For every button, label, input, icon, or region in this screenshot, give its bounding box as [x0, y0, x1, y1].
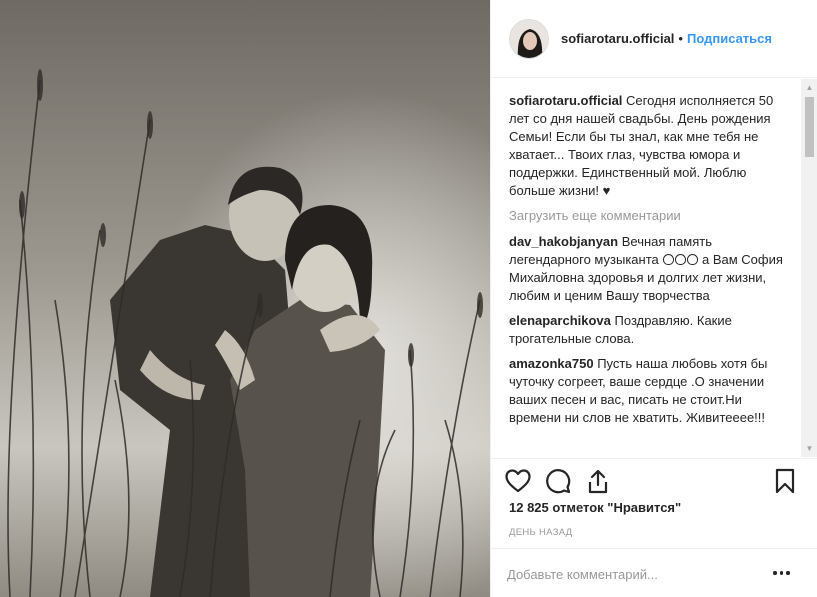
add-comment-input[interactable]	[507, 559, 757, 589]
likes-count[interactable]: 12 825	[509, 500, 549, 515]
caption-text: Сегодня исполняется 50 лет со дня нашей …	[509, 93, 774, 198]
couple-photo-image	[0, 0, 490, 597]
save-button[interactable]	[771, 467, 799, 495]
dot	[786, 571, 790, 575]
follow-button[interactable]: Подписаться	[687, 31, 772, 46]
emoji-icon	[686, 254, 698, 265]
instagram-post: sofiarotaru.official • Подписаться sofia…	[0, 0, 817, 597]
like-button[interactable]	[504, 467, 532, 495]
dot	[773, 571, 777, 575]
post-header: sofiarotaru.official • Подписаться	[491, 0, 817, 78]
more-options-icon[interactable]	[773, 568, 793, 578]
avatar-image	[510, 19, 548, 58]
add-comment-section	[491, 548, 817, 597]
header-username[interactable]: sofiarotaru.official	[561, 31, 674, 46]
comments-scrollbar[interactable]: ▲ ▼	[801, 79, 817, 457]
likes-label[interactable]: отметок "Нравится"	[552, 500, 681, 515]
caption-username[interactable]: sofiarotaru.official	[509, 93, 622, 108]
bookmark-icon	[775, 468, 795, 494]
post-sidebar: sofiarotaru.official • Подписаться sofia…	[490, 0, 817, 597]
heart-emoji-icon: ♥	[602, 183, 611, 198]
comment-username[interactable]: amazonka750	[509, 356, 594, 371]
scroll-down-arrow-icon[interactable]: ▼	[801, 440, 817, 457]
comment-username[interactable]: dav_hakobjanyan	[509, 234, 618, 249]
likes-summary: 12 825 отметок "Нравится"	[509, 500, 681, 515]
comments-list[interactable]: sofiarotaru.official Сегодня исполняется…	[491, 79, 817, 457]
comment-item: dav_hakobjanyan Вечная память легендарно…	[509, 233, 788, 305]
comment-item: amazonka750 Пусть наша любовь хотя бы чу…	[509, 355, 788, 427]
dot	[779, 571, 783, 575]
action-bar	[491, 458, 817, 500]
scroll-up-arrow-icon[interactable]: ▲	[801, 79, 817, 96]
emoji-icon	[674, 254, 686, 265]
speech-bubble-icon	[546, 469, 571, 494]
avatar[interactable]	[509, 18, 549, 59]
post-timestamp[interactable]: ДЕНЬ НАЗАД	[509, 527, 572, 538]
post-caption: sofiarotaru.official Сегодня исполняется…	[509, 92, 788, 200]
header-separator: •	[678, 31, 683, 46]
scrollbar-thumb[interactable]	[805, 97, 814, 157]
comment-item: elenaparchikova Поздравляю. Какие трогат…	[509, 312, 788, 348]
emoji-icon	[662, 254, 674, 265]
share-button[interactable]	[584, 467, 612, 495]
post-photo[interactable]	[0, 0, 490, 597]
load-more-comments-button[interactable]: Загрузить еще комментарии	[509, 208, 788, 223]
share-upload-icon	[588, 469, 608, 494]
comment-username[interactable]: elenaparchikova	[509, 313, 611, 328]
heart-outline-icon	[505, 469, 531, 493]
comment-button[interactable]	[544, 467, 572, 495]
